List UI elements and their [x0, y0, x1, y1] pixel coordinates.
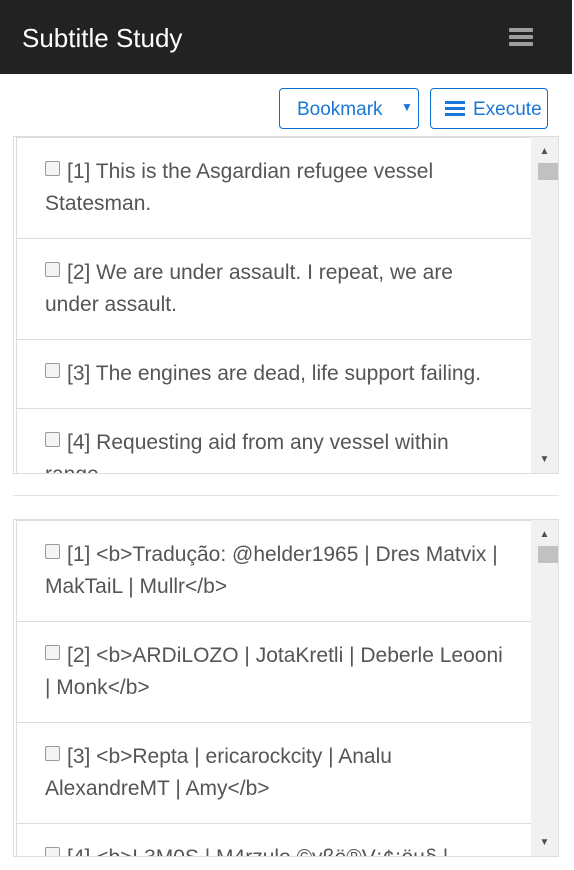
item-checkbox[interactable] [45, 363, 60, 378]
caret-down-icon: ▼ [401, 100, 413, 114]
scrollbar-thumb[interactable] [538, 163, 558, 180]
list-item: [3] The engines are dead, life support f… [16, 340, 533, 409]
item-text: [2] <b>ARDiLOZO | JotaKretli | Deberle L… [45, 644, 503, 699]
scroll-up-arrow-icon[interactable]: ▲ [531, 526, 558, 544]
list-item: [2] <b>ARDiLOZO | JotaKretli | Deberle L… [16, 622, 533, 723]
item-text: [4] <b>L3M0S | M4rzulo ©γβë®V¡¢¡öµ§ | [67, 846, 448, 856]
subtitle-list-panel-secondary[interactable]: [1] <b>Tradução: @helder1965 | Dres Matv… [13, 519, 559, 857]
hamburger-menu-icon[interactable] [507, 26, 535, 48]
list-item: [1] <b>Tradução: @helder1965 | Dres Matv… [16, 520, 533, 622]
item-text: [1] This is the Asgardian refugee vessel… [45, 160, 434, 215]
item-text: [4] Requesting aid from any vessel withi… [45, 431, 449, 473]
list-item: [1] This is the Asgardian refugee vessel… [16, 137, 533, 239]
scroll-down-arrow-icon[interactable]: ▼ [531, 451, 558, 469]
item-checkbox[interactable] [45, 432, 60, 447]
item-text: [3] The engines are dead, life support f… [67, 362, 482, 385]
divider [13, 495, 559, 496]
scroll-up-arrow-icon[interactable]: ▲ [531, 143, 558, 161]
subtitle-list-panel-primary[interactable]: [1] This is the Asgardian refugee vessel… [13, 136, 559, 474]
execute-label: Execute [473, 99, 542, 120]
scroll-down-arrow-icon[interactable]: ▼ [531, 834, 558, 852]
item-checkbox[interactable] [45, 645, 60, 660]
bookmark-dropdown-button[interactable]: Bookmark ▼ [279, 88, 419, 129]
list-item: [4] Requesting aid from any vessel withi… [16, 409, 533, 473]
subtitle-list: [1] <b>Tradução: @helder1965 | Dres Matv… [16, 520, 533, 856]
list-item: [4] <b>L3M0S | M4rzulo ©γβë®V¡¢¡öµ§ | [16, 824, 533, 856]
item-text: [2] We are under assault. I repeat, we a… [45, 261, 453, 316]
item-checkbox[interactable] [45, 161, 60, 176]
bookmark-label: Bookmark [297, 99, 383, 120]
navbar: Subtitle Study [0, 0, 572, 74]
item-text: [1] <b>Tradução: @helder1965 | Dres Matv… [45, 543, 498, 598]
list-icon [445, 101, 465, 117]
item-checkbox[interactable] [45, 262, 60, 277]
list-item: [2] We are under assault. I repeat, we a… [16, 239, 533, 340]
item-checkbox[interactable] [45, 746, 60, 761]
execute-button[interactable]: Execute [430, 88, 548, 129]
scrollbar[interactable]: ▲ ▼ [531, 137, 558, 473]
app-title[interactable]: Subtitle Study [22, 22, 182, 54]
item-text: [3] <b>Repta | ericarockcity | Analu Ale… [45, 745, 392, 800]
item-checkbox[interactable] [45, 847, 60, 856]
scrollbar[interactable]: ▲ ▼ [531, 520, 558, 856]
item-checkbox[interactable] [45, 544, 60, 559]
subtitle-list: [1] This is the Asgardian refugee vessel… [16, 137, 533, 473]
list-item: [3] <b>Repta | ericarockcity | Analu Ale… [16, 723, 533, 824]
scrollbar-thumb[interactable] [538, 546, 558, 563]
